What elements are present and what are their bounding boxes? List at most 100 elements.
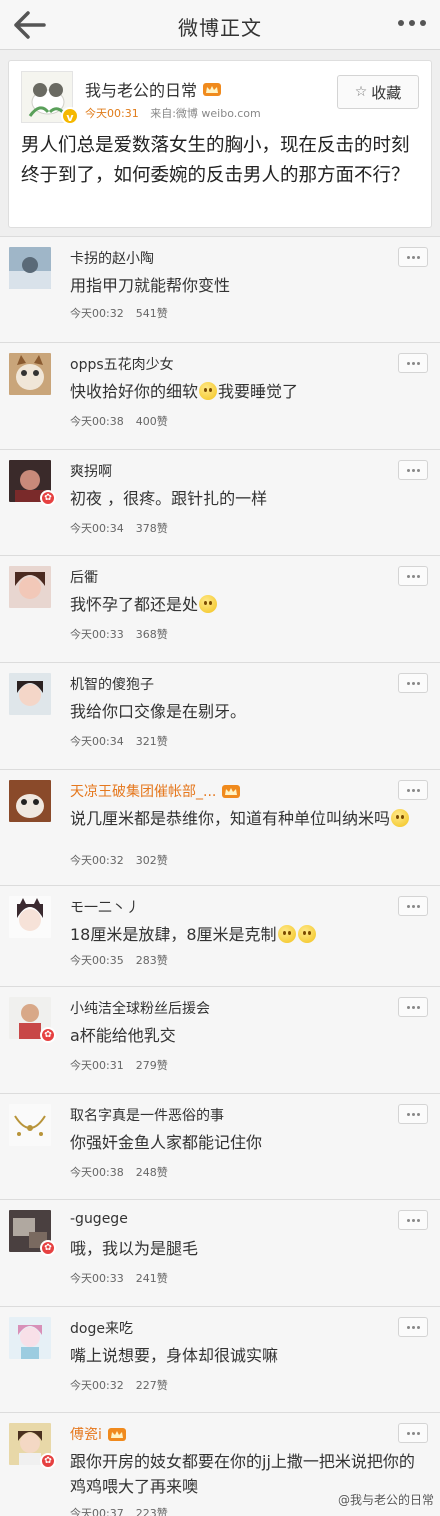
comment-meta: 今天00:38 400赞 [70,413,168,429]
comment-time: 今天00:33 [70,1272,124,1285]
post-text: 男人们总是爱数落女生的胸小，现在反击的时刻终于到了，如何委婉的反击男人的那方面不… [21,135,410,186]
smiley-emoji-icon [199,382,218,400]
comment-author[interactable]: 后衢 [70,567,98,587]
comment-time: 今天00:32 [70,854,124,867]
comment-likes[interactable]: 368赞 [136,628,168,641]
comment-time: 今天00:37 [70,1507,124,1516]
comment-more-button[interactable] [398,997,428,1017]
comment-text: 嘴上说想要，身体却很诚实嘛 [70,1346,279,1365]
comment-item[interactable]: 天凉王破集团催帐部_... 说几厘米都是恭维你，知道有种单位叫纳米吗 今天00:… [0,769,440,885]
comment-more-button[interactable] [398,460,428,480]
comment-author[interactable]: doge来吃 [70,1318,133,1338]
watermark: @我与老公的日常 [337,1493,434,1507]
comment-likes[interactable]: 283赞 [136,954,168,967]
original-post: v 我与老公的日常 今天00:31 来自:微博 weibo.com ☆ 收藏 男… [8,60,432,228]
star-icon: ☆ [354,84,368,100]
comment-more-button[interactable] [398,896,428,916]
favorite-button-label: 收藏 [371,83,402,102]
comment-item[interactable]: ✿ 爽拐啊 初夜 ，很疼。跟针扎的一样 今天00:34 378赞 [0,449,440,555]
comment-likes[interactable]: 321赞 [136,735,168,748]
member-badge-icon: ✿ [40,1453,56,1469]
comment-item[interactable]: 卡拐的赵小陶 用指甲刀就能帮你变性 今天00:32 541赞 [0,236,440,342]
post-time: 今天00:31 [85,107,139,120]
comment-meta: 今天00:37 223赞 [70,1505,168,1516]
comment-time: 今天00:31 [70,1059,124,1072]
comment-author[interactable]: 机智的傻狍子 [70,674,154,694]
comment-avatar[interactable] [9,896,51,938]
comment-author[interactable]: 卡拐的赵小陶 [70,248,154,268]
comment-author[interactable]: opps五花肉少女 [70,354,174,374]
comment-text: 初夜 ，很疼。跟针扎的一样 [70,489,268,508]
member-badge-icon: ✿ [40,1240,56,1256]
smiley-emoji-icon [199,595,218,613]
comment-more-button[interactable] [398,247,428,267]
comment-more-button[interactable] [398,1104,428,1124]
comment-avatar[interactable] [9,247,51,289]
comment-text: a杯能给他乳交 [70,1026,176,1045]
comment-author[interactable]: モ一二丶丿 [70,897,140,917]
comment-item[interactable]: 机智的傻狍子 我给你口交像是在剔牙。 今天00:34 321赞 [0,662,440,769]
comment-author[interactable]: 爽拐啊 [70,461,112,481]
comment-likes[interactable]: 400赞 [136,415,168,428]
comment-meta: 今天00:33 368赞 [70,626,168,642]
comment-meta: 今天00:32 227赞 [70,1377,168,1393]
member-badge-icon: ✿ [40,1027,56,1043]
comment-more-button[interactable] [398,566,428,586]
comment-more-button[interactable] [398,353,428,373]
comment-item[interactable]: doge来吃 嘴上说想要，身体却很诚实嘛 今天00:32 227赞 [0,1306,440,1412]
comment-time: 今天00:32 [70,307,124,320]
comment-text: 用指甲刀就能帮你变性 [70,276,231,295]
comment-time: 今天00:33 [70,628,124,641]
comment-likes[interactable]: 223赞 [136,1507,168,1516]
comment-more-button[interactable] [398,1317,428,1337]
top-bar: 微博正文 [0,0,440,50]
member-crown-icon [222,785,241,798]
comment-text: 18厘米是放肆，8厘米是克制 [70,922,425,947]
comment-likes[interactable]: 248赞 [136,1166,168,1179]
comment-likes[interactable]: 241赞 [136,1272,168,1285]
member-crown-icon [107,1428,126,1441]
comment-author[interactable]: 小纯洁全球粉丝后援会 [70,998,210,1018]
comment-more-button[interactable] [398,673,428,693]
comment-text: 说几厘米都是恭维你，知道有种单位叫纳米吗 [70,806,425,831]
comment-likes[interactable]: 302赞 [136,854,168,867]
comment-more-button[interactable] [398,780,428,800]
comment-author[interactable]: 取名字真是一件恶俗的事 [70,1105,224,1125]
comment-avatar[interactable] [9,673,51,715]
comment-avatar[interactable] [9,1104,51,1146]
more-options-icon[interactable] [398,20,426,26]
comment-author[interactable]: 傅瓷i [70,1424,128,1444]
verified-badge-icon: v [61,107,79,125]
comment-likes[interactable]: 541赞 [136,307,168,320]
comment-item[interactable]: ✿ 小纯洁全球粉丝后援会 a杯能给他乳交 今天00:31 279赞 [0,986,440,1093]
comment-avatar[interactable] [9,353,51,395]
comment-meta: 今天00:33 241赞 [70,1270,168,1286]
favorite-button[interactable]: ☆ 收藏 [337,75,419,109]
comment-avatar[interactable] [9,566,51,608]
comment-likes[interactable]: 279赞 [136,1059,168,1072]
comment-more-button[interactable] [398,1423,428,1443]
comment-text: 我怀孕了都还是处 [70,592,425,617]
comment-item[interactable]: opps五花肉少女 快收拾好你的细软 我要睡觉了 今天00:38 400赞 [0,342,440,449]
comment-item[interactable]: モ一二丶丿 18厘米是放肆，8厘米是克制 今天00:35 283赞 [0,885,440,986]
comment-meta: 今天00:31 279赞 [70,1057,168,1073]
post-source: 来自:微博 weibo.com [150,107,261,120]
comment-text: 快收拾好你的细软 我要睡觉了 [70,382,299,401]
comment-avatar[interactable] [9,780,51,822]
comment-likes[interactable]: 227赞 [136,1379,168,1392]
comment-author[interactable]: -gugege [70,1211,128,1227]
comment-author[interactable]: 天凉王破集团催帐部_... [70,781,242,801]
member-crown-icon [203,83,222,96]
smirk-emoji-icon [297,925,316,943]
comment-more-button[interactable] [398,1210,428,1230]
comment-avatar[interactable] [9,1317,51,1359]
comment-item[interactable]: 取名字真是一件恶俗的事 你强奸金鱼人家都能记住你 今天00:38 248赞 [0,1093,440,1199]
comment-item[interactable]: 后衢 我怀孕了都还是处 今天00:33 368赞 [0,555,440,662]
comment-likes[interactable]: 378赞 [136,522,168,535]
post-author-name[interactable]: 我与老公的日常 [85,77,223,101]
comment-item[interactable]: ✿ -gugege 哦，我以为是腿毛 今天00:33 241赞 [0,1199,440,1306]
page-title: 微博正文 [178,16,262,40]
member-badge-icon: ✿ [40,490,56,506]
comment-time: 今天00:32 [70,1379,124,1392]
comment-meta: 今天00:32 302赞 [70,852,168,868]
